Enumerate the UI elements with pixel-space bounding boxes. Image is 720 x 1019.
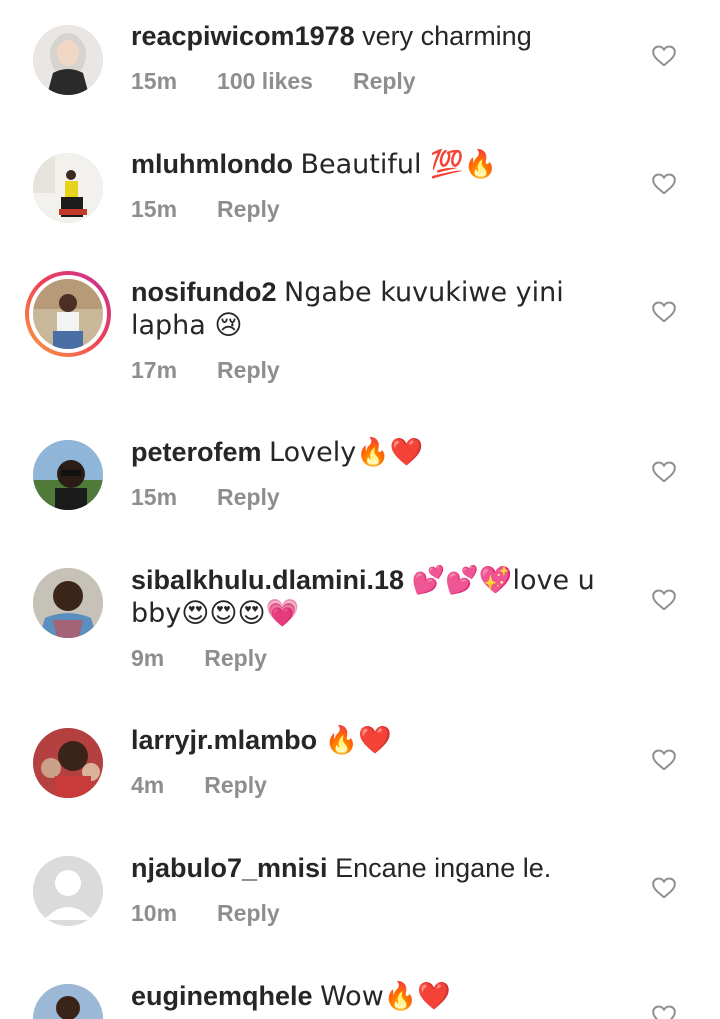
comment-text: Beautiful 💯🔥 [300,149,498,180]
comment-body: sibalkhulu.dlamini.18 💕💕💖love u bby😍😍😍💗 … [131,564,631,673]
comment-username[interactable]: sibalkhulu.dlamini.18 [131,565,404,595]
default-avatar-icon[interactable] [33,856,103,926]
avatar-photo [33,568,103,638]
avatar[interactable] [33,440,103,510]
comment-text-line: peterofem Lovely🔥❤️ [131,436,631,469]
comment-body: euginemqhele Wow🔥❤️ [131,980,631,1013]
comment-text: Wow🔥❤️ [320,981,452,1012]
avatar[interactable] [33,25,103,95]
reply-button[interactable]: Reply [217,898,280,928]
reply-button[interactable]: Reply [217,194,280,224]
comment-meta: 15m 100 likes Reply [131,66,631,96]
heart-outline-icon[interactable] [651,875,677,901]
comment-time: 17m [131,357,178,383]
comment-username[interactable]: njabulo7_mnisi [131,853,328,883]
comment-body: peterofem Lovely🔥❤️ 15m Reply [131,436,631,512]
comment-body: reacpiwicom1978 very charming 15m 100 li… [131,20,631,96]
comment-time: 9m [131,645,165,671]
avatar-photo [33,25,103,95]
avatar-photo [33,728,103,798]
comment-meta: 10m Reply [131,898,631,928]
comment-meta: 17m Reply [131,355,631,385]
reply-button[interactable]: Reply [217,482,280,512]
comment-time: 15m [131,68,178,94]
comment-time: 15m [131,196,178,222]
comment-username[interactable]: nosifundo2 [131,277,276,307]
comment-username[interactable]: reacpiwicom1978 [131,21,355,51]
avatar-photo [33,153,103,223]
comment-username[interactable]: mluhmlondo [131,149,293,179]
comment-username[interactable]: peterofem [131,437,262,467]
avatar[interactable] [33,984,103,1019]
comment-time: 10m [131,900,178,926]
heart-outline-icon[interactable] [651,587,677,613]
comment-username[interactable]: euginemqhele [131,981,313,1011]
comment-meta: 15m Reply [131,194,631,224]
heart-outline-icon[interactable] [651,459,677,485]
comment-meta: 4m Reply [131,770,631,800]
comment-username[interactable]: larryjr.mlambo [131,725,317,755]
comment-body: nosifundo2 Ngabe kuvukiwe yini lapha 😢 1… [131,276,631,385]
comment-body: mluhmlondo Beautiful 💯🔥 15m Reply [131,148,631,224]
comment-likes[interactable]: 100 likes [217,66,313,96]
comment-text-line: larryjr.mlambo 🔥❤️ [131,724,631,757]
heart-outline-icon[interactable] [651,1003,677,1019]
avatar[interactable] [33,728,103,798]
comment-text-line: mluhmlondo Beautiful 💯🔥 [131,148,631,181]
comment-text: Encane ingane le. [335,853,552,883]
comment-text-line: njabulo7_mnisi Encane ingane le. [131,852,631,885]
comment-text-line: reacpiwicom1978 very charming [131,20,631,53]
reply-button[interactable]: Reply [217,355,280,385]
heart-outline-icon[interactable] [651,43,677,69]
comment-meta: 9m Reply [131,643,631,673]
comment-text: very charming [362,21,532,51]
comment-meta: 15m Reply [131,482,631,512]
avatar-photo [33,279,103,349]
avatar-photo [33,440,103,510]
avatar[interactable] [33,568,103,638]
avatar-photo [33,984,103,1019]
comment-body: njabulo7_mnisi Encane ingane le. 10m Rep… [131,852,631,928]
story-ring-avatar[interactable] [25,271,111,357]
heart-outline-icon[interactable] [651,747,677,773]
comment-time: 4m [131,772,165,798]
heart-outline-icon[interactable] [651,299,677,325]
reply-button[interactable]: Reply [204,770,267,800]
comment-text-line: nosifundo2 Ngabe kuvukiwe yini lapha 😢 [131,276,631,342]
avatar-ring-gap [29,275,107,353]
comment-time: 15m [131,484,178,510]
reply-button[interactable]: Reply [204,643,267,673]
heart-outline-icon[interactable] [651,171,677,197]
comment-list: reacpiwicom1978 very charming 15m 100 li… [0,0,720,1019]
comment-text: 🔥❤️ [324,725,392,756]
reply-button[interactable]: Reply [353,66,416,96]
comment-text: Lovely🔥❤️ [269,437,424,468]
comment-text-line: euginemqhele Wow🔥❤️ [131,980,631,1013]
comment-text-line: sibalkhulu.dlamini.18 💕💕💖love u bby😍😍😍💗 [131,564,631,630]
avatar[interactable] [33,153,103,223]
comment-body: larryjr.mlambo 🔥❤️ 4m Reply [131,724,631,800]
